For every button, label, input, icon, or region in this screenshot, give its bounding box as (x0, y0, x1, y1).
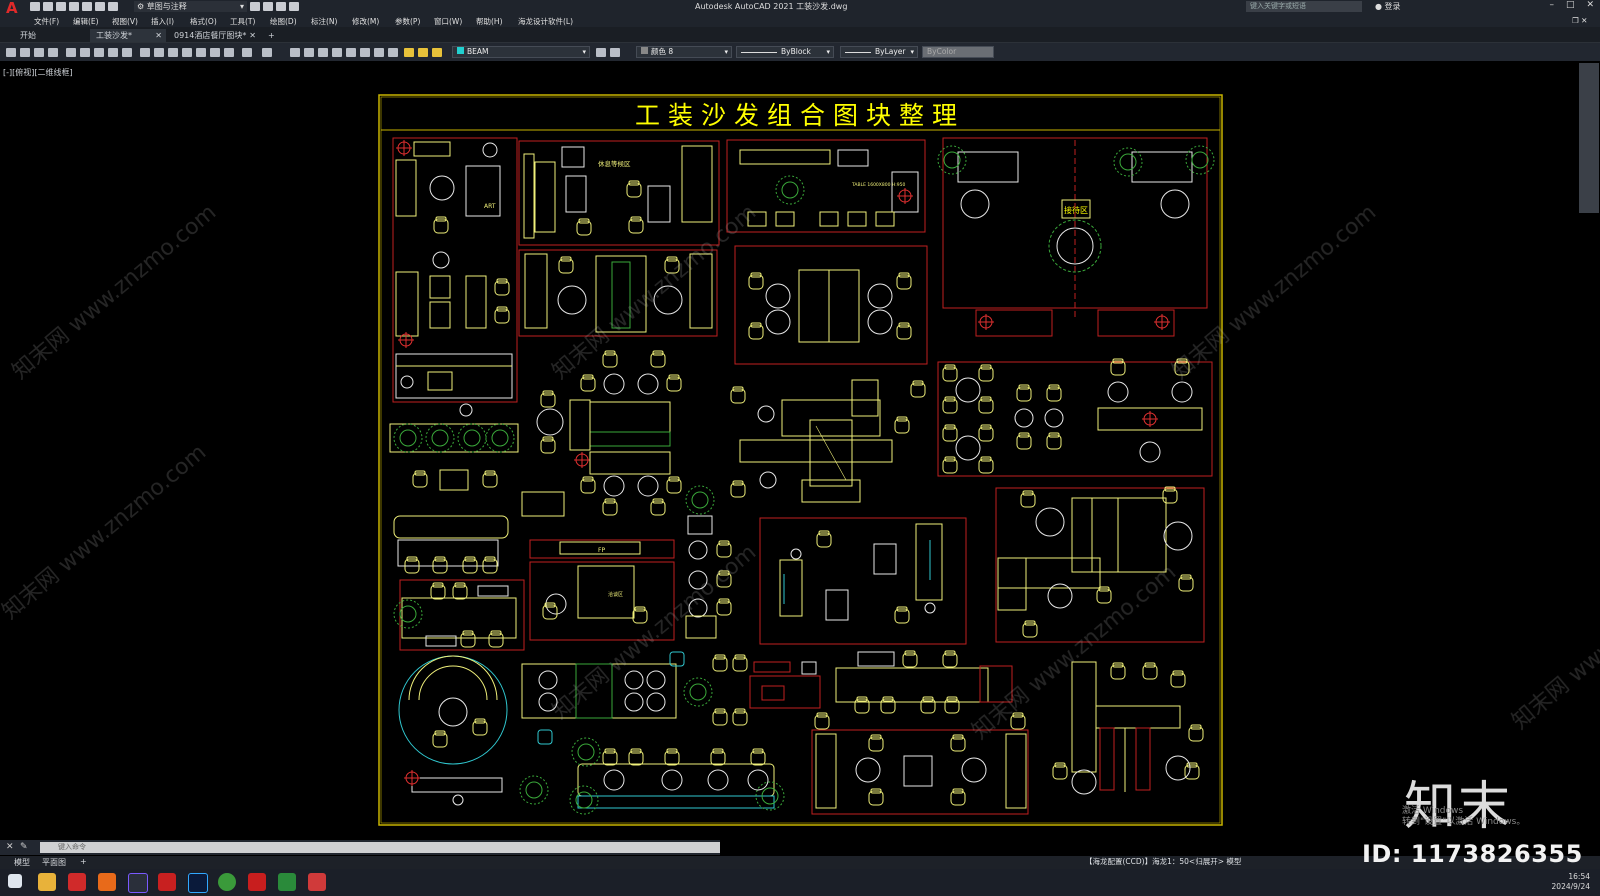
app-red-icon[interactable] (308, 873, 326, 891)
chrome-icon[interactable] (218, 873, 236, 891)
lounge-label: 休息等候区 (598, 159, 631, 168)
activate-line-2: 转到"设置"以激活 Windows。 (1402, 817, 1526, 827)
block-long-counter[interactable] (835, 650, 1013, 714)
block-office-pod[interactable] (759, 517, 967, 645)
block-round-tables[interactable] (937, 358, 1213, 477)
wrench-icon[interactable]: ✎ (20, 842, 28, 852)
watermark-text: 知末网 www.znzmo.com (548, 540, 761, 725)
app-icon[interactable] (128, 873, 148, 893)
clock-time: 16:54 (1568, 872, 1590, 881)
command-input[interactable]: 键入命令 (40, 842, 720, 853)
close-cmd-icon[interactable]: ✕ (6, 842, 14, 852)
activate-line-1: 激活 Windows (1402, 806, 1464, 816)
drawing-title: 工装沙发组合图块整理 (635, 101, 965, 130)
add-layout-icon[interactable]: + (80, 857, 87, 866)
photoshop-icon[interactable] (188, 873, 208, 893)
wps-icon[interactable] (68, 873, 86, 891)
block-dining-set[interactable] (712, 654, 821, 726)
fp-label: FP (598, 547, 605, 554)
id-watermark: ID: 1173826355 (1362, 840, 1583, 868)
block-round-booth[interactable] (398, 655, 508, 806)
block-reception[interactable]: 接待区 (937, 137, 1215, 337)
system-clock[interactable]: 16:54 2024/9/24 (1552, 872, 1590, 892)
block-bar-counter[interactable] (393, 579, 525, 651)
block-top-left[interactable]: ART (392, 137, 518, 417)
autocad-taskbar-icon[interactable] (248, 873, 266, 891)
watermark-text: 知末网 www.znzmo.com (548, 200, 761, 385)
status-bar[interactable]: 【海龙配置(CCD)】海龙1：50<归展开> 模型 (1085, 856, 1241, 869)
wps-writer-icon[interactable] (158, 873, 176, 891)
block-meeting-pods[interactable] (734, 245, 928, 365)
drawing-svg: ART 休息等候区 TABLE 1600X800 H:950 接待区 FP 洽谈… (0, 94, 1600, 826)
site-watermarks: 知末网 www.znzmo.com 知末网 www.znzmo.com 知末网 … (0, 200, 1600, 745)
watermark-text: 知末网 www.znzmo.com (1508, 550, 1600, 735)
block-bar-stools[interactable] (519, 737, 785, 815)
layout-tabs: 模型 平面图 + (0, 856, 1600, 869)
watermark-text: 知末网 www.znzmo.com (0, 440, 211, 625)
taskbar: 16:54 2024/9/24 (0, 869, 1600, 896)
watermark-text: 知末网 www.znzmo.com (8, 200, 221, 385)
block-cross-table[interactable] (730, 379, 926, 503)
wechat-icon[interactable] (278, 873, 296, 891)
windows-start-icon[interactable] (8, 874, 22, 888)
block-corner-booth[interactable] (1052, 661, 1204, 795)
art-label: ART (484, 203, 496, 210)
area-label: 洽谈区 (608, 591, 623, 598)
tab-layout-plan[interactable]: 平面图 (42, 857, 66, 868)
block-lounge[interactable]: 休息等候区 (518, 140, 720, 246)
firefox-icon[interactable] (98, 873, 116, 891)
clock-date: 2024/9/24 (1551, 882, 1590, 891)
activate-windows-notice: 激活 Windows 转到"设置"以激活 Windows。 (1402, 806, 1525, 828)
tab-model[interactable]: 模型 (14, 857, 30, 868)
file-explorer-icon[interactable] (38, 873, 56, 891)
watermark-text: 知末网 www.znzmo.com (1168, 200, 1381, 385)
block-left-plants[interactable] (389, 423, 519, 574)
table-label: TABLE 1600X800 H:950 (851, 182, 906, 188)
reception-label: 接待区 (1064, 205, 1088, 215)
